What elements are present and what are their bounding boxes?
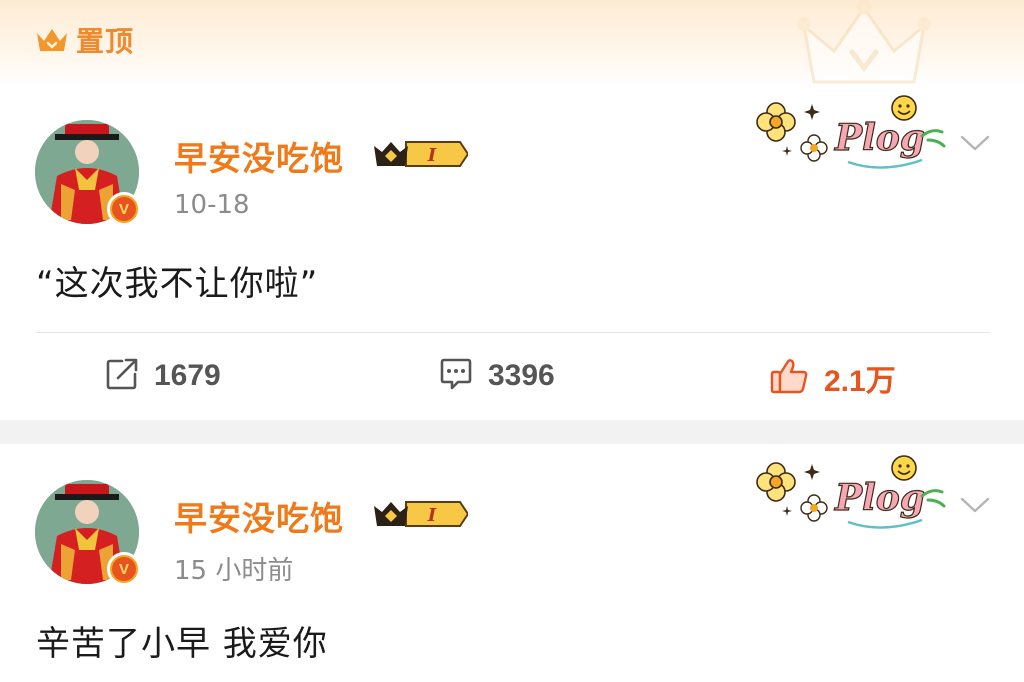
pinned-tag: 置顶 bbox=[34, 20, 134, 60]
chevron-down-icon[interactable] bbox=[958, 488, 992, 522]
plog-sticker-icon: Plog bbox=[752, 90, 952, 184]
timestamp: 15 小时前 bbox=[174, 556, 294, 586]
avatar[interactable]: V bbox=[35, 120, 141, 226]
chevron-down-icon[interactable] bbox=[958, 126, 992, 160]
divider bbox=[36, 332, 990, 333]
repost-count: 1679 bbox=[154, 359, 221, 392]
like-button[interactable]: 2.1万 bbox=[770, 356, 896, 400]
crown-watermark-icon bbox=[794, 0, 934, 86]
username[interactable]: 早安没吃饱 bbox=[174, 492, 344, 540]
pinned-banner: 置顶 bbox=[0, 0, 1024, 86]
vip-level-text: I bbox=[427, 145, 437, 166]
comment-count: 3396 bbox=[488, 359, 555, 392]
crown-icon bbox=[34, 25, 70, 55]
thumbs-up-icon bbox=[770, 357, 810, 399]
post-text: 辛苦了小早 我爱你 bbox=[36, 624, 328, 664]
post-text: “这次我不让你啦” bbox=[36, 264, 319, 304]
repost-icon bbox=[104, 356, 140, 396]
vip-level-badge[interactable]: I bbox=[372, 496, 470, 536]
post-card[interactable]: V 早安没吃饱 I 10-18 Plog “这次我不让你啦” 1679 3396… bbox=[0, 86, 1024, 420]
pinned-label: 置顶 bbox=[76, 25, 135, 58]
plog-sticker-icon: Plog bbox=[752, 450, 952, 544]
vip-level-badge[interactable]: I bbox=[372, 136, 470, 176]
post-card[interactable]: V 早安没吃饱 I 15 小时前 Plog 辛苦了小早 我爱你 bbox=[0, 444, 1024, 682]
svg-text:Plog: Plog bbox=[834, 117, 925, 159]
verified-badge-icon: V bbox=[107, 192, 141, 226]
svg-text:Plog: Plog bbox=[834, 477, 925, 519]
username[interactable]: 早安没吃饱 bbox=[174, 132, 344, 180]
comment-icon bbox=[438, 356, 474, 396]
feed-separator bbox=[0, 420, 1024, 444]
timestamp: 10-18 bbox=[174, 190, 250, 220]
verified-badge-icon: V bbox=[107, 552, 141, 586]
avatar[interactable]: V bbox=[35, 480, 141, 586]
like-count: 2.1万 bbox=[824, 365, 896, 398]
comment-button[interactable]: 3396 bbox=[438, 356, 555, 396]
repost-button[interactable]: 1679 bbox=[104, 356, 221, 396]
vip-level-text: I bbox=[427, 505, 437, 526]
